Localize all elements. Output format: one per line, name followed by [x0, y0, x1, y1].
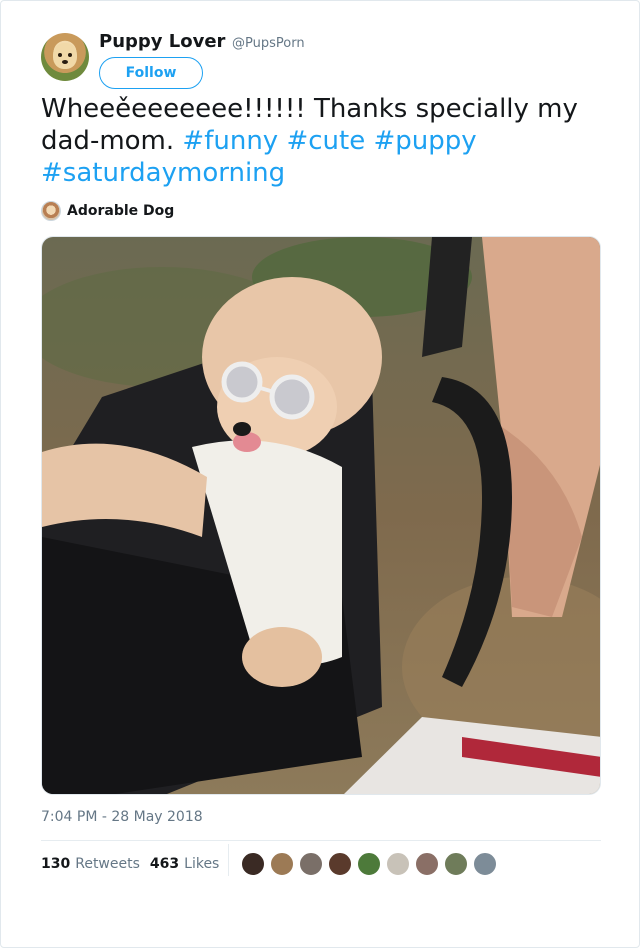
source-attribution[interactable]: Adorable Dog — [41, 201, 174, 221]
hashtag-puppy[interactable]: #puppy — [373, 126, 476, 156]
liker-avatar[interactable] — [415, 852, 439, 876]
avatar-face — [53, 43, 77, 69]
hashtag-cute[interactable]: #cute — [286, 126, 365, 156]
retweets-label: Retweets — [75, 856, 140, 872]
liker-avatar[interactable] — [444, 852, 468, 876]
tweet-text: Wheeěeeeeeee!!!!!! Thanks specially my d… — [41, 93, 601, 189]
source-label[interactable]: Adorable Dog — [67, 203, 174, 219]
tweet-card: Puppy Lover @PupsPorn Follow Wheeěeeeeee… — [0, 0, 640, 948]
stats-separator — [228, 844, 229, 876]
likes-stat[interactable]: 463 Likes — [150, 856, 219, 872]
liker-avatar[interactable] — [357, 852, 381, 876]
avatar-eye-right — [68, 53, 72, 57]
follow-button[interactable]: Follow — [99, 57, 203, 89]
tweet-stats: 130 Retweets 463 Likes — [41, 854, 229, 874]
tweet-media[interactable] — [41, 236, 601, 795]
avatar-nose — [62, 60, 68, 64]
likes-count: 463 — [149, 856, 180, 872]
liker-avatar[interactable] — [270, 852, 294, 876]
video-thumbnail-icon — [42, 237, 600, 794]
liker-avatar[interactable] — [299, 852, 323, 876]
retweets-count: 130 — [41, 856, 71, 872]
retweets-stat[interactable]: 130 Retweets — [41, 856, 140, 872]
avatar-eye-left — [58, 53, 62, 57]
likers-avatars — [241, 852, 497, 876]
liker-avatar[interactable] — [386, 852, 410, 876]
hashtag-funny[interactable]: #funny — [182, 126, 278, 156]
author-handle[interactable]: @PupsPorn — [232, 36, 305, 51]
likes-label: Likes — [184, 856, 220, 872]
source-avatar-icon — [41, 201, 61, 221]
hashtag-saturdaymorning[interactable]: #saturdaymorning — [41, 158, 285, 188]
tweet-timestamp[interactable]: 7:04 PM - 28 May 2018 — [41, 809, 203, 825]
liker-avatar[interactable] — [241, 852, 265, 876]
author-name[interactable]: Puppy Lover — [99, 31, 225, 52]
stats-divider — [41, 840, 601, 841]
liker-avatar[interactable] — [328, 852, 352, 876]
author-avatar[interactable] — [41, 33, 89, 81]
liker-avatar[interactable] — [473, 852, 497, 876]
